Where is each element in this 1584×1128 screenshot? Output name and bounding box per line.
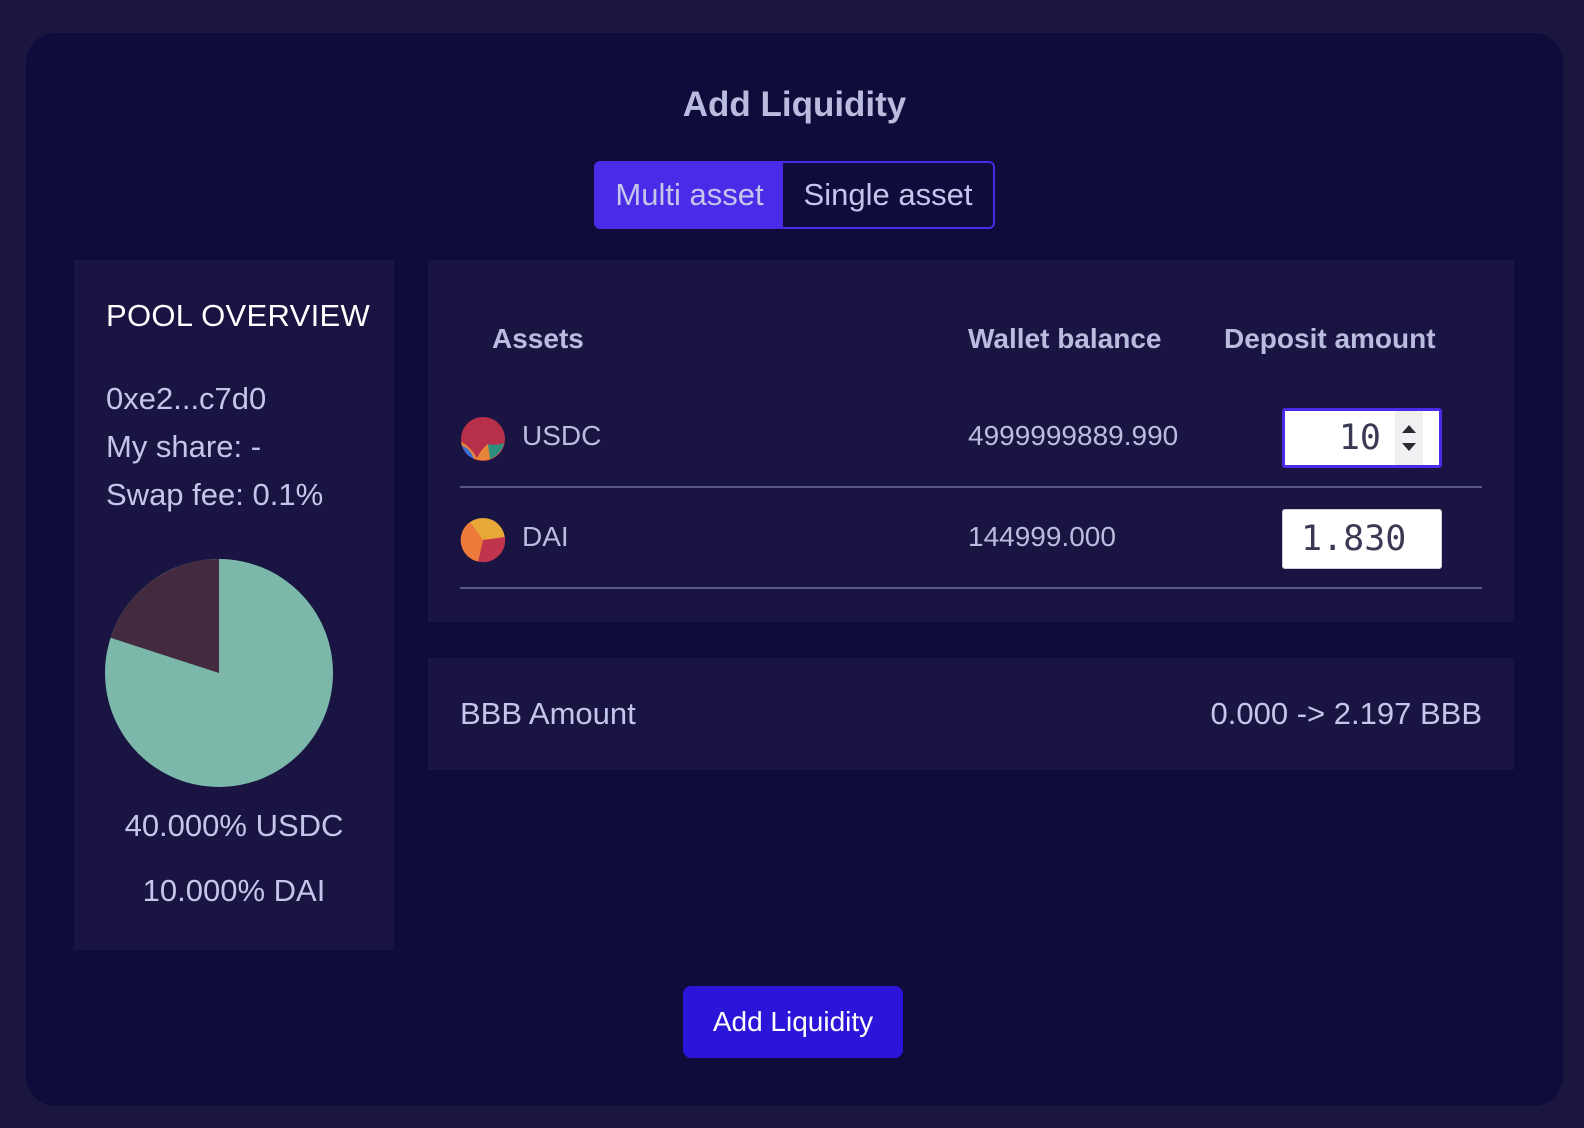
pool-address: 0xe2...c7d0 [106,381,267,416]
tab-single-asset[interactable]: Single asset [783,163,993,227]
deposit-amount-input-usdc[interactable]: 10 [1282,408,1442,468]
deposit-amount-input-dai[interactable]: 1.830 [1282,509,1442,569]
dai-token-icon [460,518,506,563]
usdc-token-icon [461,417,505,461]
table-row: USDC 4999999889.990 10 [460,388,1482,488]
pool-overview-heading: POOL OVERVIEW [106,298,371,333]
increment-arrow-icon[interactable] [1402,425,1416,433]
header-assets: Assets [492,323,584,354]
header-wallet-balance: Wallet balance [968,323,1162,354]
modal-title: Add Liquidity [682,85,907,124]
pool-info: 0xe2...c7d0 My share: - Swap fee: 0.1% [106,375,323,519]
wallet-balance: 144999.000 [968,521,1116,552]
bbb-amount-value: 0.000 -> 2.197 BBB [1210,696,1482,731]
tab-multi-asset[interactable]: Multi asset [596,163,783,227]
swap-fee: Swap fee: 0.1% [106,477,324,512]
assets-table: Assets Wallet balance Deposit amount USD… [428,260,1514,622]
header-deposit-amount: Deposit amount [1224,323,1436,354]
bbb-amount-panel: BBB Amount 0.000 -> 2.197 BBB [428,658,1514,770]
add-liquidity-modal: Add Liquidity Multi asset Single asset P… [26,33,1563,1106]
table-row: DAI 144999.000 1.830 [460,489,1482,589]
pool-overview-panel: POOL OVERVIEW 0xe2...c7d0 My share: - Sw… [74,260,394,950]
weight-dai: 10.000% DAI [142,873,326,908]
asset-mode-toggle: Multi asset Single asset [594,161,995,229]
add-liquidity-button[interactable]: Add Liquidity [683,986,903,1058]
wallet-balance: 4999999889.990 [968,420,1179,451]
pool-weight-pie-chart [105,559,333,787]
deposit-value: 1.830 [1301,519,1407,559]
deposit-value: 10 [1338,418,1381,458]
number-stepper[interactable] [1395,411,1423,465]
weight-usdc: 40.000% USDC [124,808,344,843]
decrement-arrow-icon[interactable] [1402,443,1416,451]
asset-symbol: USDC [522,420,602,451]
asset-symbol: DAI [522,521,569,552]
my-share: My share: - [106,429,262,464]
bbb-amount-label: BBB Amount [460,696,636,731]
